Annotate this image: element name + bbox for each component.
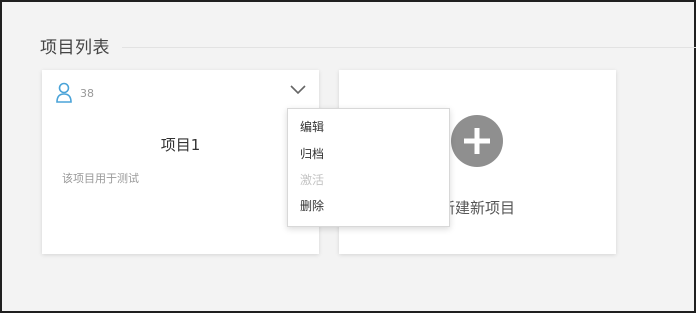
menu-item-activate: 激活: [300, 173, 325, 187]
project-description: 该项目用于测试: [62, 172, 139, 185]
menu-item-archive[interactable]: 归档: [300, 144, 324, 164]
plus-icon[interactable]: [451, 115, 503, 167]
chevron-down-icon[interactable]: [289, 84, 307, 96]
project-name: 项目1: [160, 136, 201, 154]
page-frame: 项目列表 38 项目1 该项目用于测试 新建新项目 编辑 归档 激活 删除: [0, 0, 696, 313]
project-action-menu: 编辑 归档 激活 删除: [287, 108, 450, 227]
section-divider: [122, 47, 696, 48]
member-count: 38: [80, 87, 94, 100]
section-title: 项目列表: [40, 38, 110, 58]
menu-item-edit[interactable]: 编辑: [300, 117, 324, 137]
user-icon: [56, 82, 72, 103]
project-card[interactable]: 38 项目1 该项目用于测试: [42, 70, 319, 254]
menu-item-delete[interactable]: 删除: [300, 196, 324, 216]
